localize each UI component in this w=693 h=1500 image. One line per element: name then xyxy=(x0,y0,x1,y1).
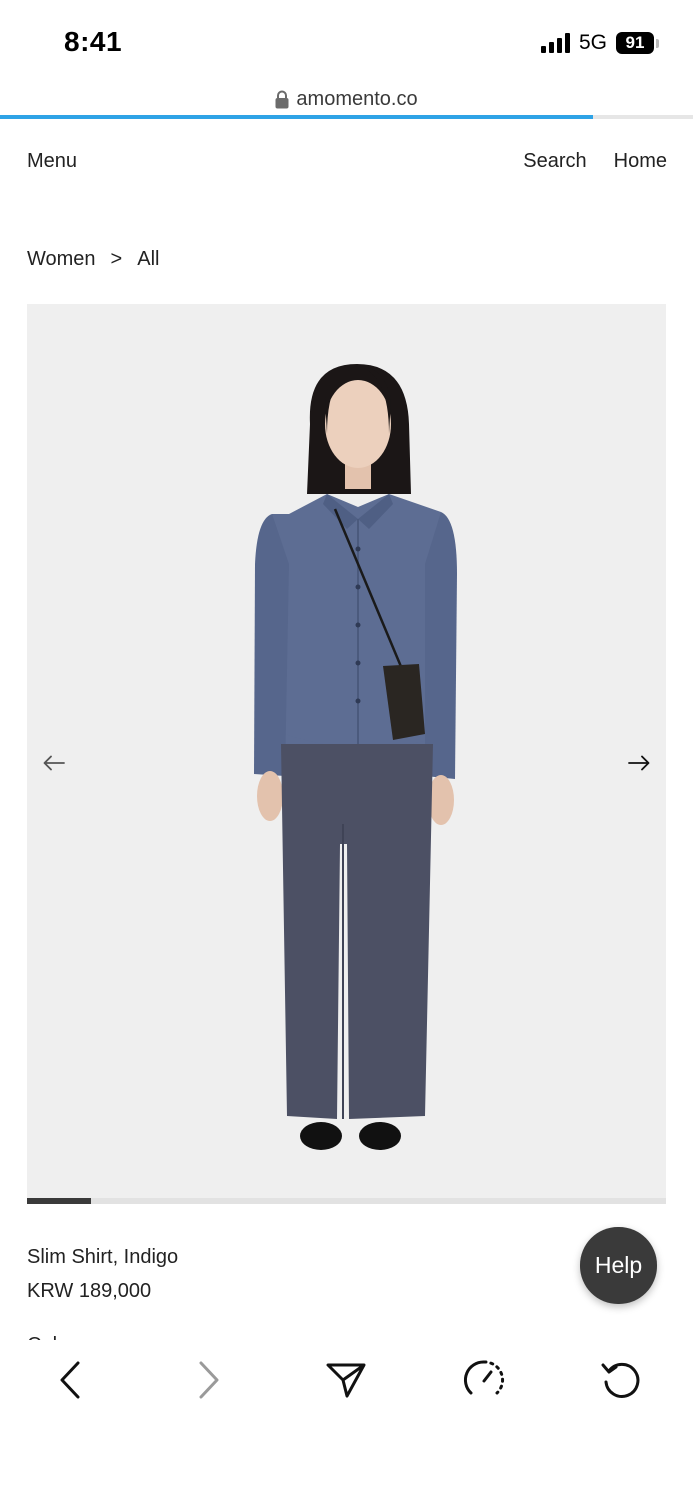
back-button[interactable] xyxy=(48,1358,92,1402)
forward-button[interactable] xyxy=(187,1358,231,1402)
page-load-progress-fill xyxy=(0,115,594,119)
gallery-position-indicator xyxy=(27,1198,666,1204)
search-link[interactable]: Search xyxy=(523,150,586,173)
address-bar[interactable]: amomento.co xyxy=(0,82,693,116)
product-name: Slim Shirt, Indigo xyxy=(27,1246,179,1268)
share-icon xyxy=(326,1363,366,1398)
reload-button[interactable] xyxy=(599,1358,643,1402)
status-bar: 8:41 5G 91 xyxy=(0,0,693,80)
arrow-left-icon xyxy=(43,755,65,771)
network-type: 5G xyxy=(578,31,607,54)
breadcrumb-women[interactable]: Women xyxy=(27,248,96,271)
breadcrumb-all[interactable]: All xyxy=(137,248,159,271)
site-nav: Menu Search Home xyxy=(27,150,667,180)
breadcrumb: Women > All xyxy=(27,248,159,271)
gallery-next-button[interactable] xyxy=(624,750,654,776)
battery-level: 91 xyxy=(616,32,654,54)
gallery-prev-button[interactable] xyxy=(39,750,69,776)
page-load-progress xyxy=(0,115,693,119)
share-button[interactable] xyxy=(324,1358,368,1402)
status-time: 8:41 xyxy=(64,26,123,57)
breadcrumb-separator: > xyxy=(110,248,123,270)
status-indicators: 5G 91 xyxy=(540,31,659,55)
lock-icon xyxy=(275,90,289,109)
signal-icon xyxy=(540,33,570,53)
menu-link[interactable]: Menu xyxy=(27,150,77,173)
speed-icon xyxy=(463,1360,505,1395)
browser-toolbar xyxy=(0,1340,693,1500)
help-button[interactable]: Help xyxy=(580,1227,657,1304)
product-price: KRW 189,000 xyxy=(27,1280,152,1302)
battery-icon: 91 xyxy=(616,32,659,54)
chevron-right-icon xyxy=(199,1361,219,1399)
home-link[interactable]: Home xyxy=(614,150,667,173)
arrow-right-icon xyxy=(628,755,650,771)
product-photo xyxy=(254,364,457,1150)
reload-icon xyxy=(601,1362,640,1398)
url-text: amomento.co xyxy=(296,87,418,110)
gallery-position-fill xyxy=(27,1198,91,1204)
color-label: Color xyxy=(27,1330,75,1340)
product-info: Slim Shirt, Indigo KRW 189,000 xyxy=(27,1244,178,1304)
speed-button[interactable] xyxy=(462,1358,506,1402)
product-image-gallery[interactable] xyxy=(27,304,666,1199)
chevron-left-icon xyxy=(60,1361,80,1399)
